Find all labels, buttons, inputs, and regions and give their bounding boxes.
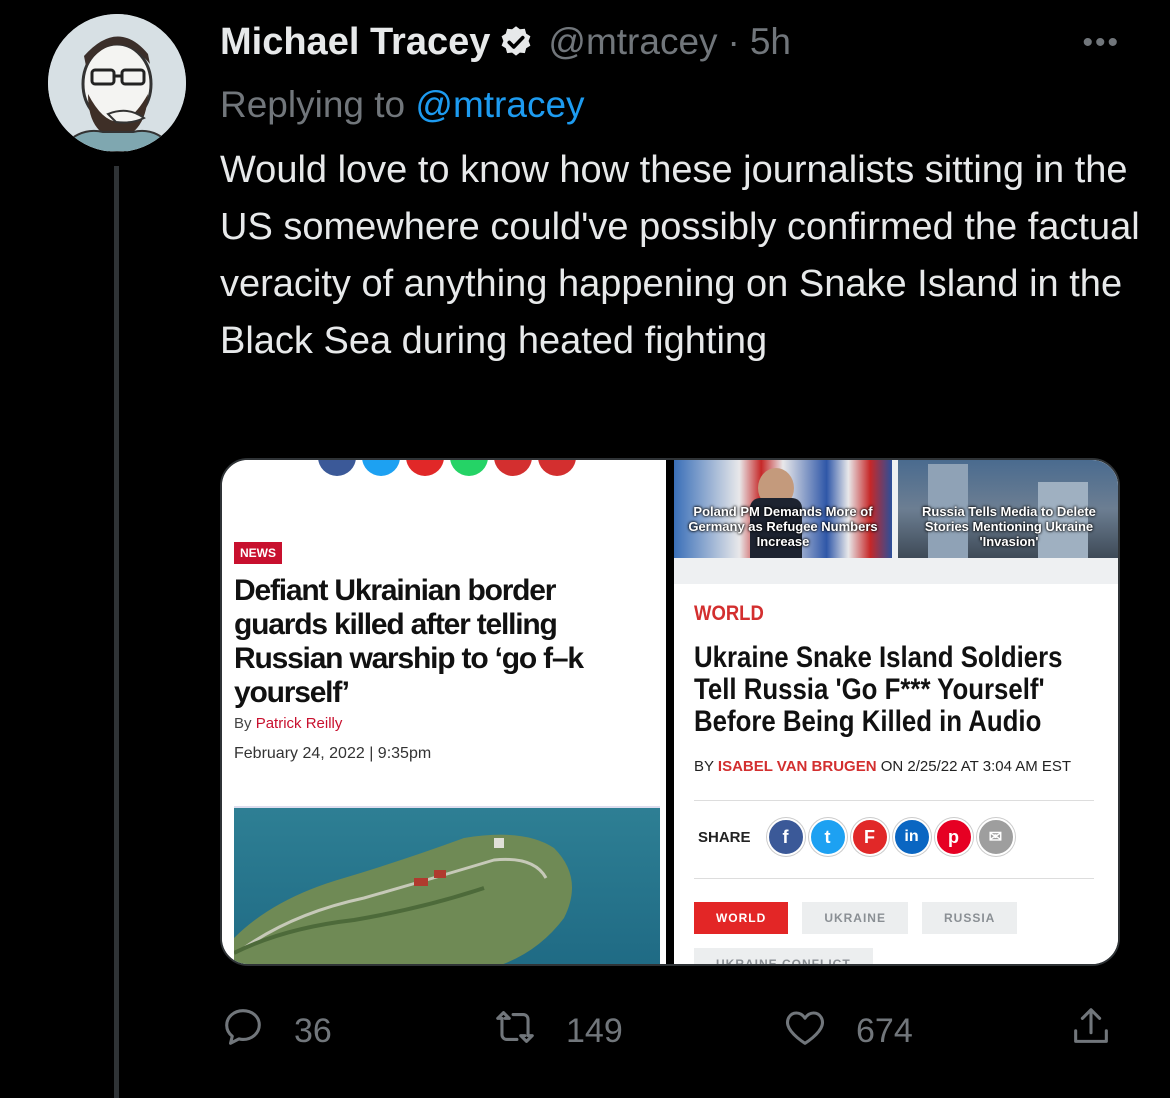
rule-bottom	[693, 878, 1094, 879]
twitter-icon: t	[808, 818, 847, 856]
heart-icon	[782, 1004, 828, 1059]
related-thumb-1: Poland PM Demands More of Germany as Ref…	[673, 460, 892, 558]
right-byline-suffix: ON 2/25/22 AT 3:04 AM EST	[880, 758, 1072, 775]
tag-list: WORLD UKRAINE RUSSIA UKRAINE CONFLICT	[693, 902, 1114, 964]
pinterest-icon: p	[934, 818, 973, 856]
tweet-time[interactable]: 5h	[750, 21, 791, 63]
tag-russia: RUSSIA	[921, 902, 1018, 934]
left-headline: Defiant Ukrainian border guards killed a…	[234, 574, 584, 709]
right-author: ISABEL VAN BRUGEN	[717, 758, 877, 775]
thread-line	[114, 166, 119, 1098]
replying-to: Replying to @mtracey	[220, 84, 585, 126]
email-icon: ✉	[976, 818, 1015, 856]
share-row: SHARE f t F in p ✉	[698, 818, 1015, 856]
reply-button[interactable]: 36	[220, 1004, 332, 1059]
share-bar-left	[318, 460, 576, 476]
retweet-icon	[492, 1004, 538, 1059]
facebook-icon: f	[766, 818, 805, 856]
more-icon[interactable]: •••	[1082, 26, 1120, 60]
avatar[interactable]	[48, 14, 186, 152]
reply-count: 36	[294, 1012, 332, 1050]
left-author: Patrick Reilly	[255, 715, 343, 732]
retweet-count: 149	[566, 1012, 623, 1050]
like-button[interactable]: 674	[782, 1004, 913, 1059]
replying-prefix: Replying to	[220, 84, 406, 125]
like-count: 674	[856, 1012, 913, 1050]
left-byline-prefix: By	[234, 715, 252, 732]
rule-top	[693, 800, 1094, 801]
action-bar: 36 149 674	[220, 1004, 1120, 1060]
share-button[interactable]	[1068, 1004, 1114, 1059]
share-icon	[1068, 1004, 1114, 1059]
author-handle[interactable]: @mtracey	[548, 21, 717, 63]
media-image-right[interactable]: Poland PM Demands More of Germany as Ref…	[673, 460, 1118, 964]
share-label: SHARE	[697, 828, 751, 846]
thumb2-caption: Russia Tells Media to Delete Stories Men…	[922, 504, 1096, 549]
tag-ukraine: UKRAINE	[802, 902, 908, 934]
author-name[interactable]: Michael Tracey	[220, 21, 490, 64]
tweet-header: Michael Tracey @mtracey · 5h	[220, 20, 791, 64]
news-tag: NEWS	[234, 542, 282, 564]
flipboard-icon: F	[850, 818, 889, 856]
reply-icon	[220, 1004, 266, 1059]
time-separator: ·	[727, 21, 740, 62]
tweet-text: Would love to know how these journalists…	[220, 149, 1140, 362]
linkedin-icon: in	[892, 818, 931, 856]
verified-badge-icon	[498, 24, 534, 60]
replying-mention[interactable]: @mtracey	[415, 84, 584, 125]
media-grid[interactable]: NEWS Defiant Ukrainian border guards kil…	[220, 458, 1120, 966]
related-thumb-2: Russia Tells Media to Delete Stories Men…	[897, 460, 1118, 558]
right-byline: BY ISABEL VAN BRUGEN ON 2/25/22 AT 3:04 …	[694, 758, 1071, 775]
tag-world: WORLD	[693, 902, 789, 934]
left-date: February 24, 2022 | 9:35pm	[234, 745, 432, 762]
right-article: WORLD Ukraine Snake Island Soldiers Tell…	[673, 584, 1118, 964]
media-image-left[interactable]: NEWS Defiant Ukrainian border guards kil…	[222, 460, 667, 964]
island-photo	[233, 806, 660, 964]
retweet-button[interactable]: 149	[492, 1004, 623, 1059]
thumb1-caption: Poland PM Demands More of Germany as Ref…	[688, 504, 878, 549]
tag-ukraine-conflict: UKRAINE CONFLICT	[693, 948, 873, 964]
media-divider	[666, 460, 674, 964]
left-byline: By Patrick Reilly	[234, 715, 342, 732]
section-label: WORLD	[693, 602, 764, 625]
right-byline-prefix: BY	[693, 758, 714, 775]
right-headline: Ukraine Snake Island Soldiers Tell Russi…	[693, 641, 1063, 738]
